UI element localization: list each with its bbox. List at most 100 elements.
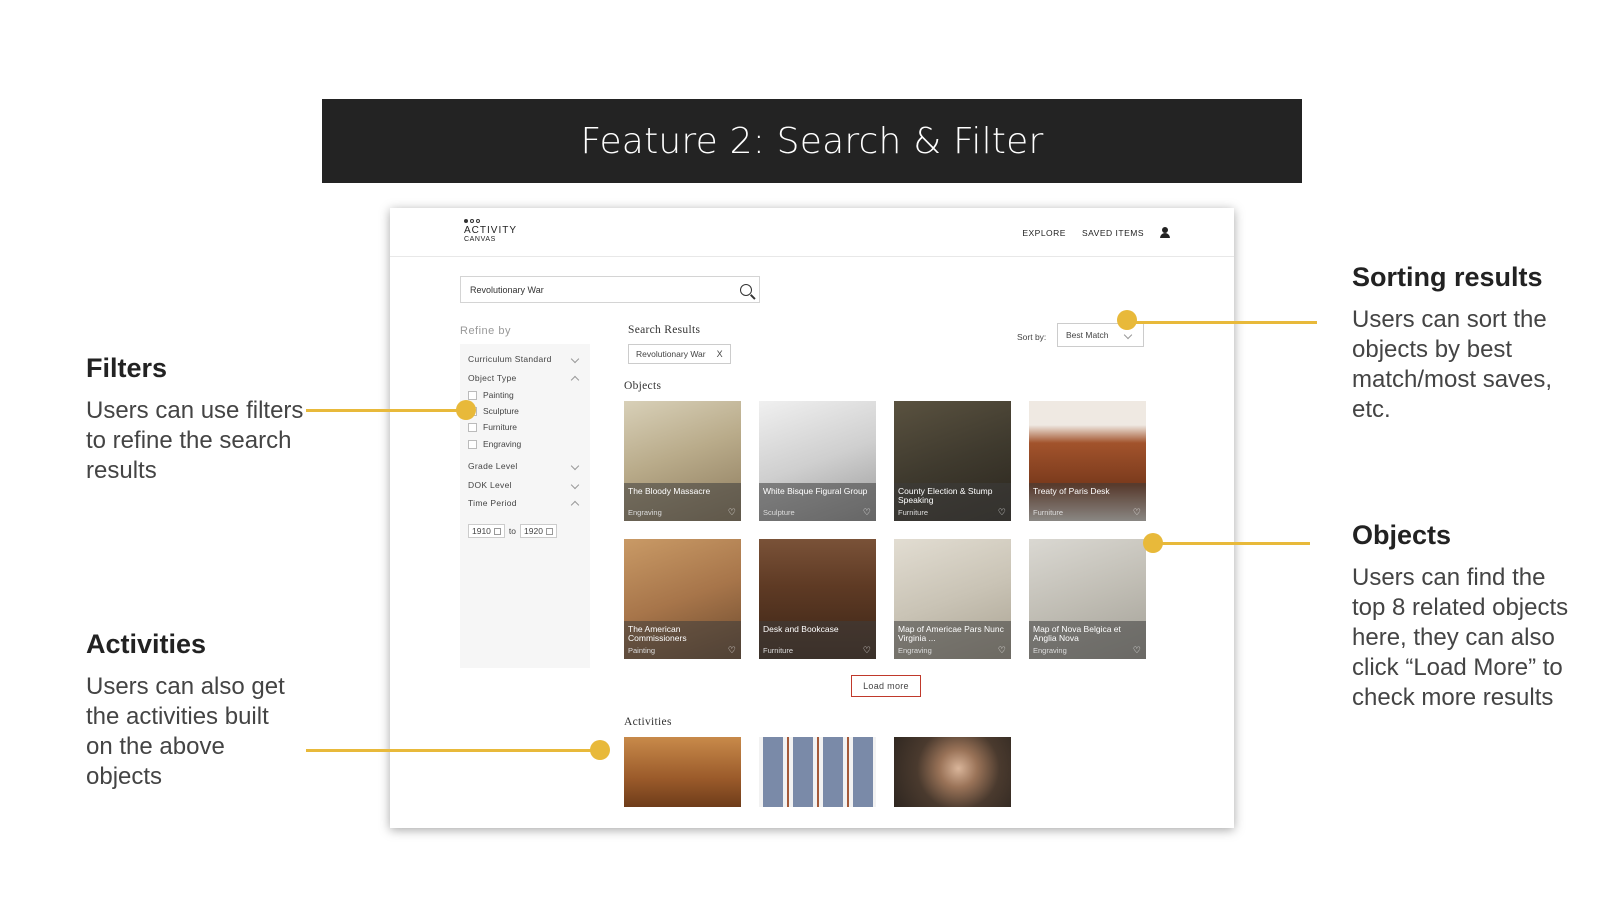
filter-dok-level[interactable]: DOK Level [468, 480, 582, 490]
chip-label: Revolutionary War [636, 349, 706, 359]
filter-option-label: Furniture [483, 422, 518, 432]
object-name: Map of Nova Belgica et Anglia Nova [1033, 624, 1121, 643]
filter-panel: Curriculum Standard Object Type Painting… [460, 344, 590, 668]
slide-title-bar: Feature 2: Search & Filter [322, 99, 1302, 183]
filter-option-label: Sculpture [483, 406, 519, 416]
activities-section-title: Activities [624, 716, 672, 728]
year-from-field[interactable]: 1910 [468, 524, 505, 538]
object-type: Engraving [628, 508, 662, 517]
filter-time-period-label: Time Period [468, 498, 517, 508]
time-period-range: 1910 to 1920 [468, 524, 557, 538]
load-more-button[interactable]: Load more [851, 675, 921, 697]
object-card[interactable]: White Bisque Figural Group Sculpture ♡ [759, 401, 876, 521]
filter-curriculum-standard[interactable]: Curriculum Standard [468, 354, 582, 364]
heart-icon[interactable]: ♡ [863, 645, 871, 656]
calendar-icon [545, 527, 553, 535]
checkbox[interactable] [468, 439, 477, 449]
filter-option-painting[interactable]: Painting [468, 390, 514, 400]
object-card[interactable]: Treaty of Paris Desk Furniture ♡ [1029, 401, 1146, 521]
search-query: Revolutionary War [470, 284, 544, 295]
logo-dots-icon [464, 219, 517, 223]
object-type: Engraving [898, 646, 932, 655]
objects-annotation-body: Users can find the top 8 related objects… [1352, 564, 1569, 711]
chevron-down-icon [570, 480, 580, 490]
year-to-value: 1920 [524, 526, 543, 536]
object-card[interactable]: The Bloody Massacre Engraving ♡ [624, 401, 741, 521]
filter-option-label: Painting [483, 390, 514, 400]
filter-grade-level[interactable]: Grade Level [468, 461, 582, 471]
heart-icon[interactable]: ♡ [998, 507, 1006, 518]
filter-time-period[interactable]: Time Period [468, 498, 582, 510]
sorting-annotation: Sorting results Users can sort the objec… [1352, 262, 1582, 425]
heart-icon[interactable]: ♡ [1133, 507, 1141, 518]
activity-card[interactable] [624, 737, 741, 807]
object-card[interactable]: Map of Americae Pars Nunc Virginia ... En… [894, 539, 1011, 659]
active-filter-chip[interactable]: Revolutionary War X [628, 344, 731, 364]
sorting-annotation-body: Users can sort the objects by best match… [1352, 306, 1553, 423]
object-name: County Election & Stump Speaking [898, 486, 993, 505]
checkbox[interactable] [468, 422, 477, 432]
filters-callout-dot [456, 400, 476, 420]
activities-annotation-body: Users can also get the activities built … [86, 673, 285, 790]
chevron-down-icon [570, 461, 580, 471]
filters-callout-line [306, 409, 466, 412]
sorting-annotation-title: Sorting results [1352, 262, 1543, 292]
close-icon[interactable]: X [717, 349, 723, 359]
object-card[interactable]: County Election & Stump Speaking Furnitur… [894, 401, 1011, 521]
calendar-icon [493, 527, 501, 535]
heart-icon[interactable]: ♡ [1133, 645, 1141, 656]
objects-callout-dot [1143, 533, 1163, 553]
search-icon[interactable] [740, 283, 752, 296]
object-type: Painting [628, 646, 656, 655]
slide-title: Feature 2: Search & Filter [580, 120, 1044, 162]
filter-option-label: Engraving [483, 439, 522, 449]
object-type: Furniture [763, 646, 794, 655]
object-type: Engraving [1033, 646, 1067, 655]
filter-dok-label: DOK Level [468, 480, 512, 490]
activity-card[interactable] [894, 737, 1011, 807]
object-name: Desk and Bookcase [763, 624, 839, 634]
objects-annotation-title: Objects [1352, 520, 1452, 550]
object-type: Furniture [898, 508, 929, 517]
object-name: The American Commissioners [628, 624, 687, 643]
object-card[interactable]: Desk and Bookcase Furniture ♡ [759, 539, 876, 659]
chevron-down-icon [570, 354, 580, 364]
filter-object-type[interactable]: Object Type [468, 373, 582, 385]
heart-icon[interactable]: ♡ [998, 645, 1006, 656]
object-card[interactable]: Map of Nova Belgica et Anglia Nova Engrav… [1029, 539, 1146, 659]
activities-callout-line [306, 749, 596, 752]
objects-callout-line [1155, 542, 1310, 545]
top-nav: EXPLORE SAVED ITEMS [1022, 227, 1170, 238]
user-icon[interactable] [1160, 227, 1170, 238]
activity-card[interactable] [759, 737, 876, 807]
heart-icon[interactable]: ♡ [728, 507, 736, 518]
chevron-up-icon [570, 500, 580, 510]
filter-curriculum-label: Curriculum Standard [468, 354, 552, 364]
filters-annotation-title: Filters [86, 353, 168, 383]
checkbox[interactable] [468, 390, 477, 400]
object-card[interactable]: The American Commissioners Painting ♡ [624, 539, 741, 659]
chevron-down-icon [1123, 330, 1133, 340]
filter-option-engraving[interactable]: Engraving [468, 439, 521, 449]
heart-icon[interactable]: ♡ [863, 507, 871, 518]
activity-canvas-logo[interactable]: ACTIVITY CANVAS [464, 219, 517, 243]
object-name: Treaty of Paris Desk [1033, 486, 1110, 496]
object-name: White Bisque Figural Group [763, 486, 868, 496]
object-name: Map of Americae Pars Nunc Virginia ... [898, 624, 1004, 643]
nav-saved-items-link[interactable]: SAVED ITEMS [1082, 228, 1144, 238]
objects-annotation: Objects Users can find the top 8 related… [1352, 520, 1582, 713]
year-to-field[interactable]: 1920 [520, 524, 557, 538]
heart-icon[interactable]: ♡ [728, 645, 736, 656]
filter-option-furniture[interactable]: Furniture [468, 422, 517, 432]
logo-line1: ACTIVITY [464, 225, 518, 236]
nav-explore-link[interactable]: EXPLORE [1022, 228, 1066, 238]
activities-annotation-title: Activities [86, 629, 207, 659]
object-type: Furniture [1033, 508, 1064, 517]
filter-grade-label: Grade Level [468, 461, 518, 471]
app-screenshot: ACTIVITY CANVAS EXPLORE SAVED ITEMS Revo… [390, 208, 1234, 828]
search-input[interactable]: Revolutionary War [460, 276, 760, 303]
activities-annotation: Activities Users can also get the activi… [86, 629, 296, 792]
sort-by-label: Sort by: [1017, 332, 1047, 342]
objects-section-title: Objects [624, 380, 662, 392]
logo-line2: CANVAS [464, 236, 496, 243]
